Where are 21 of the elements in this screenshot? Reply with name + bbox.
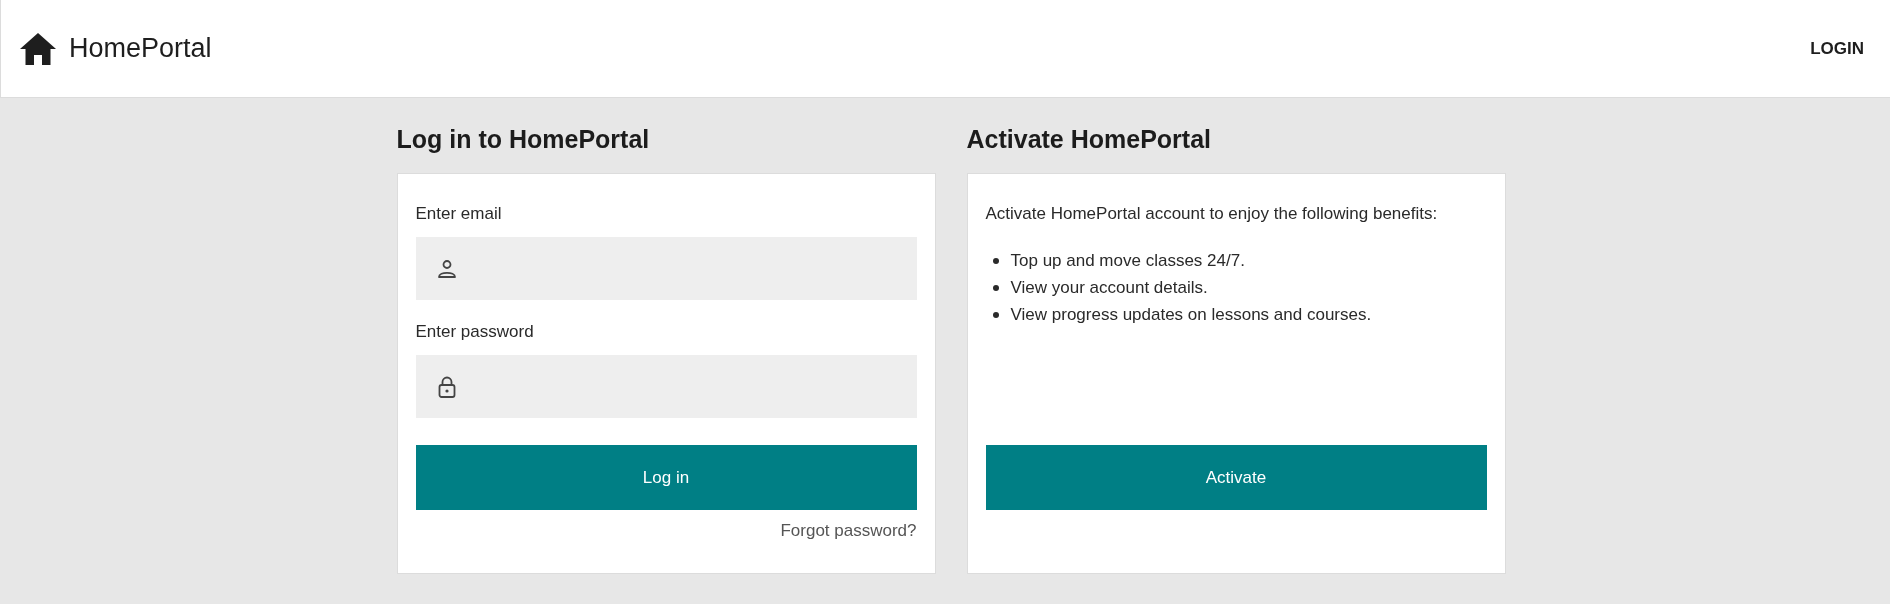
- intro-text: Activate HomePortal account to enjoy the following benefits:: [985, 203, 1439, 225]
- benefit-text: Top up and move classes 24/7.: [1010, 250, 1245, 271]
- email-field[interactable]: [415, 237, 917, 300]
- benefit-text: View your account details.: [1010, 277, 1208, 298]
- bullet-icon: [992, 311, 999, 318]
- brand-name[interactable]: HomePortal: [69, 33, 212, 64]
- bullet-icon: [992, 284, 999, 291]
- house-icon[interactable]: [20, 32, 56, 65]
- field-label: Enter password: [415, 321, 535, 343]
- login-button[interactable]: Log in: [415, 445, 917, 510]
- forgot-password-link[interactable]: Forgot password?: [780, 519, 917, 543]
- benefit-text: View progress updates on lessons and courses.: [1010, 304, 1372, 325]
- lock-icon: [437, 375, 456, 398]
- login-link[interactable]: LOGIN: [1810, 38, 1864, 58]
- bullet-icon: [992, 257, 999, 264]
- password-field[interactable]: [415, 355, 917, 418]
- section-title: Activate HomePortal: [966, 124, 1213, 155]
- section-title: Log in to HomePortal: [396, 124, 651, 155]
- person-icon: [437, 259, 456, 278]
- activate-button[interactable]: Activate: [985, 445, 1487, 510]
- field-label: Enter email: [415, 203, 503, 225]
